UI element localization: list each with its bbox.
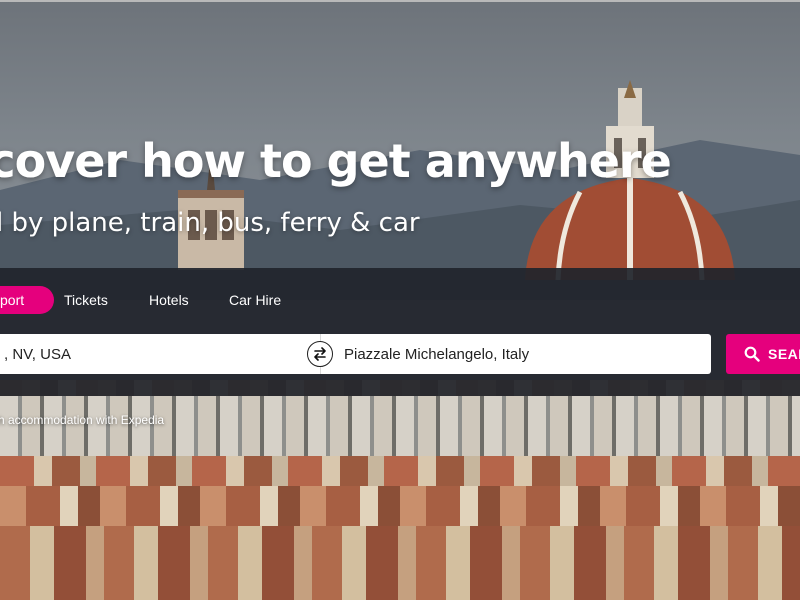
tab-tickets[interactable]: Tickets [64, 286, 108, 314]
to-input[interactable]: Piazzale Michelangelo, Italy [322, 334, 711, 374]
tab-hotels[interactable]: Hotels [149, 286, 189, 314]
magnifier-icon [744, 346, 760, 362]
swap-arrows-icon [314, 347, 326, 361]
swap-button[interactable] [307, 341, 333, 367]
hero-subtitle: el by plane, train, bus, ferry & car [0, 208, 420, 238]
search-button[interactable]: SEAR [726, 334, 800, 374]
from-value: , NV, USA [4, 345, 71, 363]
rooftop-row-1 [0, 456, 800, 486]
tab-label: Hotels [149, 292, 189, 308]
top-border [0, 0, 800, 2]
tab-label: port [0, 292, 25, 308]
tab-car-hire[interactable]: Car Hire [229, 286, 281, 314]
from-input[interactable]: , NV, USA [0, 334, 322, 374]
tab-label: Car Hire [229, 292, 282, 308]
tab-transport[interactable]: port [0, 286, 54, 314]
promo-text: h accommodation with Expedia [0, 413, 165, 427]
rooftop-row-2 [0, 486, 800, 526]
to-value: Piazzale Michelangelo, Italy [344, 345, 530, 363]
rooftop-row-3 [0, 526, 800, 600]
search-button-label: SEAR [768, 346, 800, 362]
search-panel: port Tickets Hotels Car Hire , NV, USA P… [0, 268, 800, 396]
tab-label: Tickets [64, 292, 108, 308]
hero-title: scover how to get anywhere [0, 134, 672, 188]
